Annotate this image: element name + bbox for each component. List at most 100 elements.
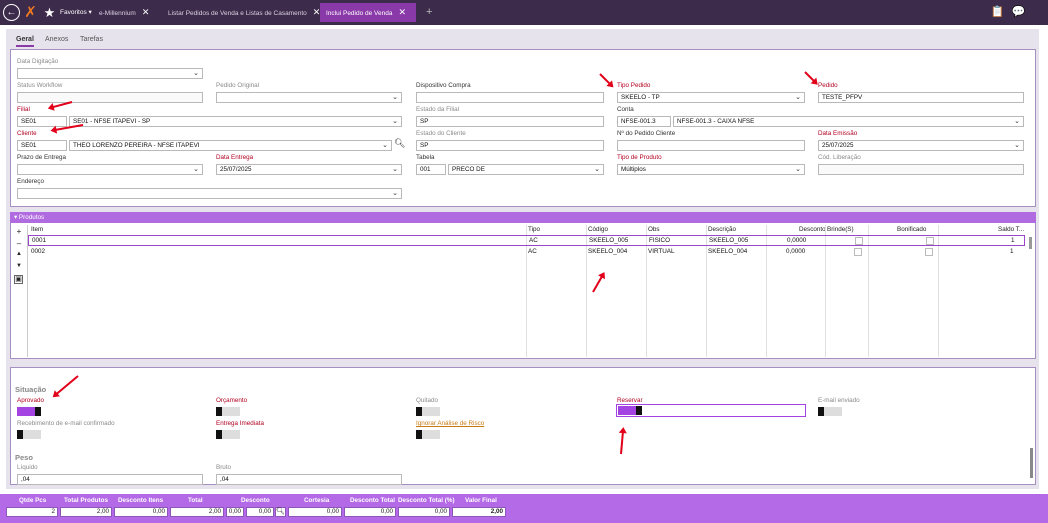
orcamento-label: Orçamento xyxy=(216,397,248,404)
chevron-down-icon[interactable]: ⌄ xyxy=(382,141,388,150)
cell-obs: VIRTUAL xyxy=(648,248,675,255)
remove-row-icon[interactable]: – xyxy=(14,239,24,248)
tabela-select[interactable]: PRECO DE ⌄ xyxy=(448,164,604,175)
grid-options-icon[interactable]: ▣ xyxy=(14,275,23,284)
tab-listar-pedidos[interactable]: Listar Pedidos de Venda e Listas de Casa… xyxy=(162,3,326,22)
tab-inclui-pedido[interactable]: Inclui Pedido de Venda ✕ xyxy=(320,3,416,22)
move-down-icon[interactable]: ▼ xyxy=(14,263,24,269)
orcamento-toggle[interactable] xyxy=(216,407,240,416)
total-value: 2,00 xyxy=(170,507,224,517)
data-digitacao-label: Data Digitação xyxy=(17,58,59,65)
chat-icon[interactable]: 💬 xyxy=(1010,4,1027,21)
tabela-code-field[interactable]: 001 xyxy=(416,164,446,175)
tipo-pedido-select[interactable]: SKEELO - TP ⌄ xyxy=(617,92,805,103)
dispositivo-compra-field[interactable] xyxy=(416,92,604,103)
close-icon[interactable]: ✕ xyxy=(142,7,150,17)
top-bar: ← ✗ ★ Favoritos ▾ e-Millennium ✕ Listar P… xyxy=(0,0,1048,25)
desconto-value[interactable]: 0,00 xyxy=(226,507,244,517)
col-brinde[interactable]: Brinde(S) xyxy=(827,226,854,233)
estado-cliente-field[interactable]: SP xyxy=(416,140,604,151)
tab-anexos[interactable]: Anexos xyxy=(45,36,68,43)
cliente-select[interactable]: THEO LORENZO PEREIRA - NFSE ITAPEVI ⌄ xyxy=(69,140,392,151)
table-row[interactable]: 0001 AC SKEELO_005 FISICO SKEELO_005 0,0… xyxy=(28,235,1025,246)
col-desconto[interactable]: Desconto xyxy=(799,226,826,233)
chevron-down-icon[interactable]: ⌄ xyxy=(795,93,801,102)
grid-scrollbar[interactable] xyxy=(1029,237,1032,249)
status-workflow-field[interactable] xyxy=(17,92,203,103)
brinde-checkbox[interactable] xyxy=(854,248,862,256)
desconto-itens-value: 0,00 xyxy=(114,507,168,517)
back-icon[interactable]: ← xyxy=(3,4,20,21)
entrega-imediata-toggle[interactable] xyxy=(216,430,240,439)
pedido-cliente-field[interactable] xyxy=(617,140,805,151)
col-bonificado[interactable]: Bonificado xyxy=(897,226,926,233)
totals-footer: Qtde Pcs 2 Total Produtos 2,00 Desconto … xyxy=(0,494,1048,523)
ignorar-analise-link[interactable]: Ignorar Análise de Risco xyxy=(416,420,484,427)
tab-e-millennium[interactable]: e-Millennium ✕ xyxy=(93,3,155,22)
produtos-header[interactable]: ▾ Produtos xyxy=(10,212,1036,223)
conta-code-field[interactable]: NFSE-001.3 xyxy=(617,116,671,127)
table-row[interactable]: 0002 AC SKEELO_004 VIRTUAL SKEELO_004 0,… xyxy=(28,247,1025,258)
desconto-percent-value[interactable]: 0,00 xyxy=(246,507,274,517)
cliente-code-field[interactable]: SE01 xyxy=(17,140,67,151)
tipo-produto-select[interactable]: Múltiplos ⌄ xyxy=(617,164,805,175)
chevron-down-icon[interactable]: ⌄ xyxy=(1014,141,1020,150)
move-up-icon[interactable]: ▲ xyxy=(14,251,24,257)
reservar-toggle[interactable] xyxy=(618,406,642,415)
liquido-field[interactable]: ,04 xyxy=(17,474,203,485)
scrollbar[interactable] xyxy=(1030,448,1033,478)
col-descricao[interactable]: Descrição xyxy=(708,226,736,233)
recebimento-label: Recebimento de e-mail confirmado xyxy=(17,420,115,427)
ignorar-analise-toggle[interactable] xyxy=(416,430,440,439)
col-codigo[interactable]: Código xyxy=(588,226,608,233)
data-emissao-field[interactable]: 25/07/2025 ⌄ xyxy=(818,140,1024,151)
filial-label: Filial xyxy=(17,106,30,113)
filial-code-field[interactable]: SE01 xyxy=(17,116,67,127)
email-enviado-toggle[interactable] xyxy=(818,407,842,416)
bruto-field[interactable]: ,04 xyxy=(216,474,402,485)
tab-tarefas[interactable]: Tarefas xyxy=(80,36,103,43)
desconto-label: Desconto xyxy=(241,497,270,504)
bruto-label: Bruto xyxy=(216,464,232,471)
add-tab-icon[interactable]: + xyxy=(420,3,438,22)
favoritos-menu[interactable]: Favoritos ▾ xyxy=(54,3,98,22)
col-item[interactable]: Item xyxy=(31,226,43,233)
chevron-down-icon[interactable]: ⌄ xyxy=(1014,117,1020,126)
brinde-checkbox[interactable] xyxy=(855,237,863,245)
conta-select[interactable]: NFSE-001.3 - CAIXA NFSE ⌄ xyxy=(673,116,1024,127)
search-icon[interactable]: 🔍︎ xyxy=(394,138,405,149)
close-icon[interactable]: ✕ xyxy=(399,7,407,17)
dispositivo-compra-label: Dispositivo Compra xyxy=(416,82,471,89)
chevron-down-icon[interactable]: ⌄ xyxy=(795,165,801,174)
col-tipo[interactable]: Tipo xyxy=(528,226,540,233)
pedido-original-field[interactable]: ⌄ xyxy=(216,92,402,103)
estado-filial-field[interactable]: SP xyxy=(416,116,604,127)
endereco-select[interactable]: ⌄ xyxy=(17,188,402,199)
prazo-entrega-field[interactable]: ⌄ xyxy=(17,164,203,175)
cod-liberacao-field[interactable] xyxy=(818,164,1024,175)
tab-geral[interactable]: Geral xyxy=(16,36,34,47)
bonificado-checkbox[interactable] xyxy=(925,248,933,256)
bonificado-checkbox[interactable] xyxy=(926,237,934,245)
data-digitacao-field[interactable]: ⌄ xyxy=(17,68,203,79)
add-row-icon[interactable]: + xyxy=(14,227,24,236)
chevron-down-icon[interactable]: ⌄ xyxy=(594,165,600,174)
chevron-down-icon[interactable]: ⌄ xyxy=(392,117,398,126)
chevron-down-icon[interactable]: ⌄ xyxy=(392,165,398,174)
search-icon[interactable]: 🔍︎ xyxy=(275,507,286,517)
col-saldo[interactable]: Saldo T... xyxy=(998,226,1024,233)
chevron-down-icon[interactable]: ⌄ xyxy=(193,165,199,174)
filial-select[interactable]: SE01 - NFSE ITAPEVI - SP ⌄ xyxy=(69,116,402,127)
clipboard-icon[interactable]: 📋 xyxy=(989,4,1006,21)
conta-label: Conta xyxy=(617,106,634,113)
total-produtos-label: Total Produtos xyxy=(64,497,108,504)
chevron-down-icon[interactable]: ⌄ xyxy=(392,189,398,198)
recebimento-toggle[interactable] xyxy=(17,430,41,439)
chevron-down-icon[interactable]: ⌄ xyxy=(193,69,199,78)
pedido-field[interactable]: TESTE_PFPV xyxy=(818,92,1024,103)
quitado-toggle[interactable] xyxy=(416,407,440,416)
aprovado-toggle[interactable] xyxy=(17,407,41,416)
chevron-down-icon[interactable]: ⌄ xyxy=(392,93,398,102)
data-entrega-field[interactable]: 25/07/2025 ⌄ xyxy=(216,164,402,175)
col-obs[interactable]: Obs xyxy=(648,226,660,233)
